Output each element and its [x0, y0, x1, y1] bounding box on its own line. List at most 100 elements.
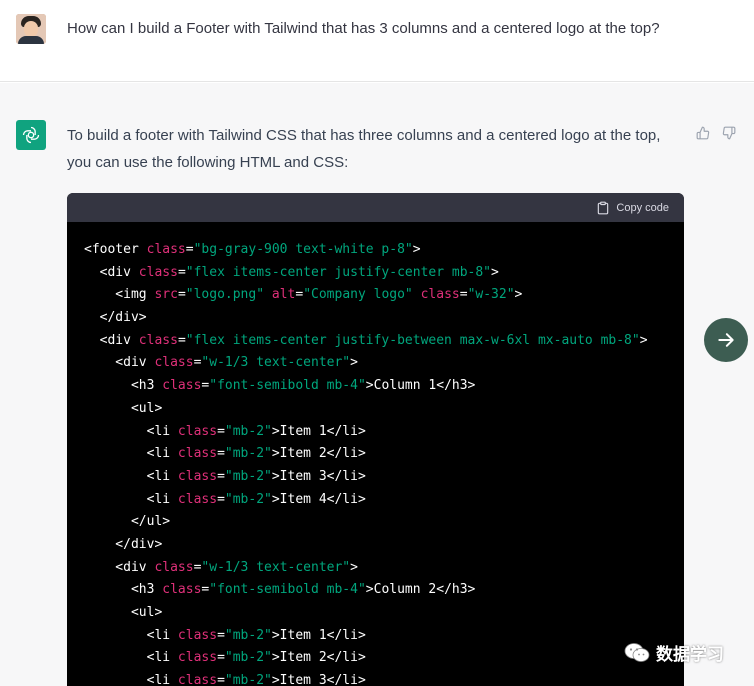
- user-message-text: How can I build a Footer with Tailwind t…: [67, 20, 660, 37]
- code-token: class: [162, 378, 202, 394]
- code-token: </div>: [84, 536, 163, 552]
- code-token: </ul>: [84, 514, 171, 530]
- code-token: >: [412, 242, 421, 257]
- code-token: "w-1/3 text-center": [201, 559, 351, 575]
- thumbs-up-icon[interactable]: [696, 126, 710, 140]
- code-line: <div class="flex items-center justify-be…: [84, 330, 667, 353]
- code-token: "mb-2": [224, 491, 272, 507]
- code-token: =: [217, 673, 225, 686]
- code-token: <li: [84, 491, 178, 507]
- code-token: <li: [84, 627, 178, 643]
- code-token: >: [491, 264, 499, 280]
- code-content[interactable]: <footer class="bg-gray-900 text-white p-…: [67, 222, 684, 686]
- code-line: <div class="flex items-center justify-ce…: [84, 262, 667, 285]
- code-token: <h3: [84, 378, 163, 394]
- clipboard-icon: [598, 201, 609, 214]
- code-token: "flex items-center justify-center mb-8": [185, 264, 492, 280]
- code-token: >: [350, 559, 358, 575]
- code-token: =: [459, 287, 468, 303]
- code-token: class: [146, 242, 186, 257]
- code-token: class: [154, 355, 194, 371]
- code-token: "font-semibold mb-4": [209, 378, 366, 394]
- code-token: >: [639, 332, 648, 348]
- assistant-message-row: To build a footer with Tailwind CSS that…: [0, 83, 754, 686]
- code-token: "mb-2": [224, 446, 272, 462]
- feedback-buttons: [696, 126, 736, 140]
- code-token: <ul>: [84, 400, 163, 416]
- assistant-intro-line-2: you can use the following HTML and CSS:: [67, 154, 349, 171]
- code-token: class: [177, 446, 218, 462]
- user-message-row: How can I build a Footer with Tailwind t…: [0, 0, 754, 82]
- code-token: "flex items-center justify-between max-w…: [185, 332, 640, 348]
- code-token: =: [217, 491, 225, 507]
- code-line: <li class="mb-2">Item 1</li>: [84, 625, 667, 648]
- next-button[interactable]: [704, 318, 748, 362]
- code-token: <li: [84, 673, 178, 686]
- code-token: class: [177, 423, 218, 439]
- code-token: <ul>: [84, 605, 163, 620]
- code-token: <div: [84, 332, 139, 348]
- code-token: >Item 4</li>: [271, 491, 366, 507]
- code-token: >Item 2</li>: [271, 446, 366, 462]
- code-line: <li class="mb-2">Item 3</li>: [84, 466, 667, 489]
- code-block: Copy code <footer class="bg-gray-900 tex…: [67, 193, 684, 686]
- code-token: =: [177, 287, 186, 303]
- code-token: =: [295, 287, 304, 303]
- arrow-right-icon: [718, 333, 734, 347]
- code-line: <li class="mb-2">Item 2</li>: [84, 443, 667, 466]
- code-token: class: [420, 287, 460, 303]
- code-line: <li class="mb-2">Item 2</li>: [84, 647, 667, 670]
- code-token: class: [138, 332, 178, 348]
- code-token: >Column 1</h3>: [365, 378, 476, 394]
- code-line: <li class="mb-2">Item 1</li>: [84, 421, 667, 444]
- assistant-intro: To build a footer with Tailwind CSS that…: [67, 122, 687, 176]
- code-token: <li: [84, 446, 178, 462]
- code-line: <ul>: [84, 602, 667, 625]
- code-token: =: [177, 264, 186, 280]
- code-token: class: [154, 559, 194, 575]
- code-token: >Item 3</li>: [271, 468, 366, 484]
- code-line: </div>: [84, 534, 667, 557]
- code-line: <footer class="bg-gray-900 text-white p-…: [84, 239, 667, 262]
- code-line: </div>: [84, 307, 667, 330]
- code-token: <img: [84, 287, 155, 303]
- code-token: =: [177, 332, 186, 348]
- code-token: >: [350, 355, 358, 371]
- code-line: <div class="w-1/3 text-center">: [84, 557, 667, 580]
- code-token: class: [177, 650, 218, 666]
- code-token: =: [217, 650, 225, 666]
- code-token: =: [217, 468, 225, 484]
- code-line: <ul>: [84, 398, 667, 421]
- code-token: >Column 2</h3>: [365, 582, 476, 598]
- code-token: "font-semibold mb-4": [209, 582, 366, 598]
- code-token: class: [138, 264, 178, 280]
- copy-code-label: Copy code: [616, 201, 669, 214]
- openai-logo-icon: [16, 120, 46, 150]
- copy-code-button[interactable]: Copy code: [596, 201, 669, 215]
- code-token: =: [185, 242, 194, 257]
- code-token: "Company logo": [303, 287, 413, 303]
- code-token: <div: [84, 355, 155, 371]
- code-token: "w-1/3 text-center": [201, 355, 351, 371]
- code-token: <div: [84, 264, 139, 280]
- code-token: class: [177, 673, 218, 686]
- code-token: "mb-2": [224, 673, 272, 686]
- code-token: class: [177, 491, 218, 507]
- code-line: <li class="mb-2">Item 4</li>: [84, 489, 667, 512]
- code-token: <div: [84, 559, 155, 575]
- code-token: "mb-2": [224, 468, 272, 484]
- code-token: >Item 1</li>: [271, 627, 366, 643]
- thumbs-down-icon[interactable]: [722, 126, 736, 140]
- code-token: "w-32": [467, 287, 515, 303]
- code-token: alt: [271, 287, 296, 303]
- code-token: class: [177, 468, 218, 484]
- code-token: =: [217, 446, 225, 462]
- code-token: <h3: [84, 582, 163, 598]
- code-token: </div>: [84, 310, 147, 326]
- code-token: class: [162, 582, 202, 598]
- code-line: <div class="w-1/3 text-center">: [84, 352, 667, 375]
- code-token: >Item 1</li>: [271, 423, 366, 439]
- code-token: =: [217, 423, 225, 439]
